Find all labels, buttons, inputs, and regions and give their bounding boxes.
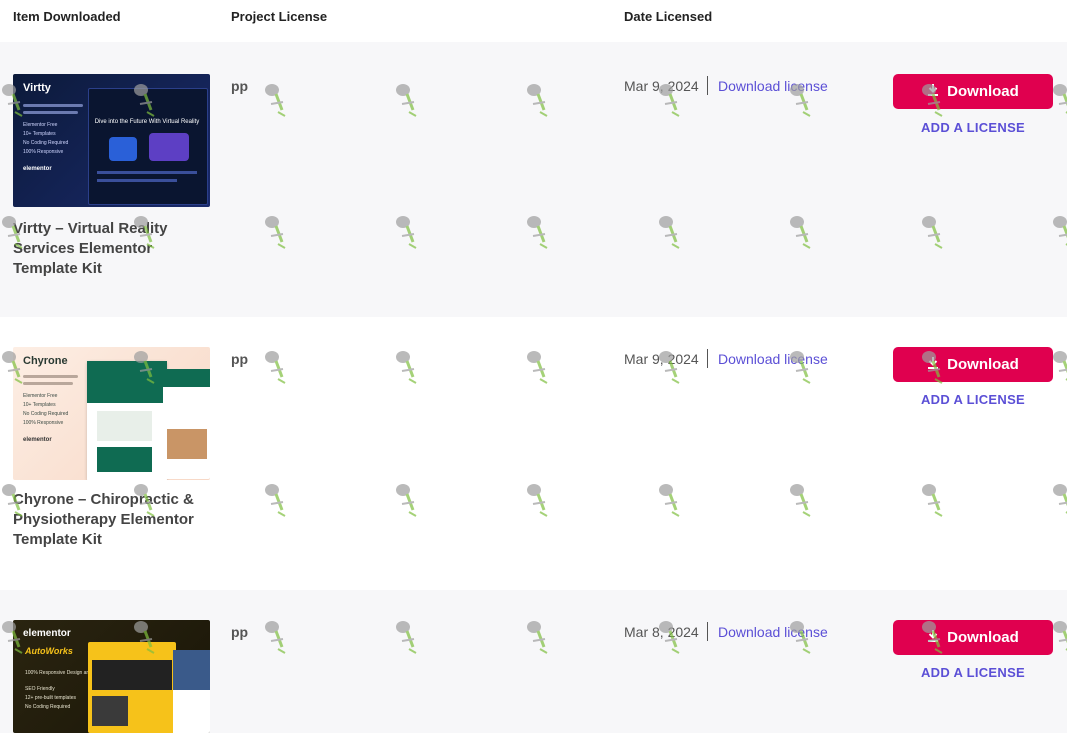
table-row: elementor AutoWorks 100% Responsive Desi… xyxy=(0,590,1067,733)
column-header-item: Item Downloaded xyxy=(13,9,121,24)
project-license: pp xyxy=(231,351,249,367)
add-license-link[interactable]: ADD A LICENSE xyxy=(893,120,1053,135)
divider xyxy=(707,349,708,368)
thumb-brand: Chyrone xyxy=(23,355,68,367)
item-title[interactable]: Virtty – Virtual Reality Services Elemen… xyxy=(13,219,213,279)
date-licensed: Mar 9, 2024 xyxy=(624,78,699,94)
table-row: Chyrone Elementor Free 10+ Templates No … xyxy=(0,317,1067,590)
download-icon xyxy=(927,83,939,101)
thumb-bullet: 12+ pre-built templates xyxy=(25,695,77,701)
add-license-link[interactable]: ADD A LICENSE xyxy=(893,665,1053,680)
item-thumbnail[interactable]: Chyrone Elementor Free 10+ Templates No … xyxy=(13,347,210,480)
download-button-label: Download xyxy=(947,83,1019,100)
column-header-license: Project License xyxy=(231,9,328,24)
thumb-brand: AutoWorks xyxy=(25,646,73,656)
item-thumbnail[interactable]: elementor AutoWorks 100% Responsive Desi… xyxy=(13,620,210,733)
project-license: pp xyxy=(231,624,249,640)
thumb-footer: elementor xyxy=(23,166,52,172)
download-icon xyxy=(927,629,939,647)
project-license: pp xyxy=(231,78,249,94)
download-license-link[interactable]: Download license xyxy=(718,78,828,94)
date-licensed: Mar 8, 2024 xyxy=(624,624,699,640)
item-thumbnail[interactable]: Virtty Elementor Free 10+ Templates No C… xyxy=(13,74,210,207)
download-button[interactable]: Download xyxy=(893,74,1053,109)
table-row: Virtty Elementor Free 10+ Templates No C… xyxy=(0,42,1067,317)
thumb-bullet: Elementor Free xyxy=(23,393,58,399)
date-licensed: Mar 9, 2024 xyxy=(624,351,699,367)
download-button-label: Download xyxy=(947,356,1019,373)
divider xyxy=(707,76,708,95)
divider xyxy=(707,622,708,641)
thumb-bullet: No Coding Required xyxy=(23,411,69,417)
thumb-bullet: 100% Responsive xyxy=(23,149,64,155)
download-button-label: Download xyxy=(947,629,1019,646)
thumb-bullet: 10+ Templates xyxy=(23,131,56,137)
download-button[interactable]: Download xyxy=(893,347,1053,382)
thumb-bullet: SEO Friendly xyxy=(25,686,55,692)
thumb-bullet: No Coding Required xyxy=(23,140,69,146)
thumb-bullet: Elementor Free xyxy=(23,122,58,128)
download-button[interactable]: Download xyxy=(893,620,1053,655)
table-header: Item Downloaded Project License Date Lic… xyxy=(0,0,1067,42)
add-license-link[interactable]: ADD A LICENSE xyxy=(893,392,1053,407)
thumb-bullet: 100% Responsive xyxy=(23,420,64,426)
download-license-link[interactable]: Download license xyxy=(718,624,828,640)
thumb-footer: elementor xyxy=(23,437,52,443)
thumb-brand: Virtty xyxy=(23,82,51,94)
thumb-header: elementor xyxy=(23,628,71,639)
item-title[interactable]: Chyrone – Chiropractic & Physiotherapy E… xyxy=(13,490,213,550)
download-icon xyxy=(927,356,939,374)
thumb-bullet: 10+ Templates xyxy=(23,402,56,408)
column-header-date: Date Licensed xyxy=(624,9,713,24)
thumb-bullet: No Coding Required xyxy=(25,704,71,710)
download-license-link[interactable]: Download license xyxy=(718,351,828,367)
thumb-headline: Dive into the Future With Virtual Realit… xyxy=(94,119,200,125)
